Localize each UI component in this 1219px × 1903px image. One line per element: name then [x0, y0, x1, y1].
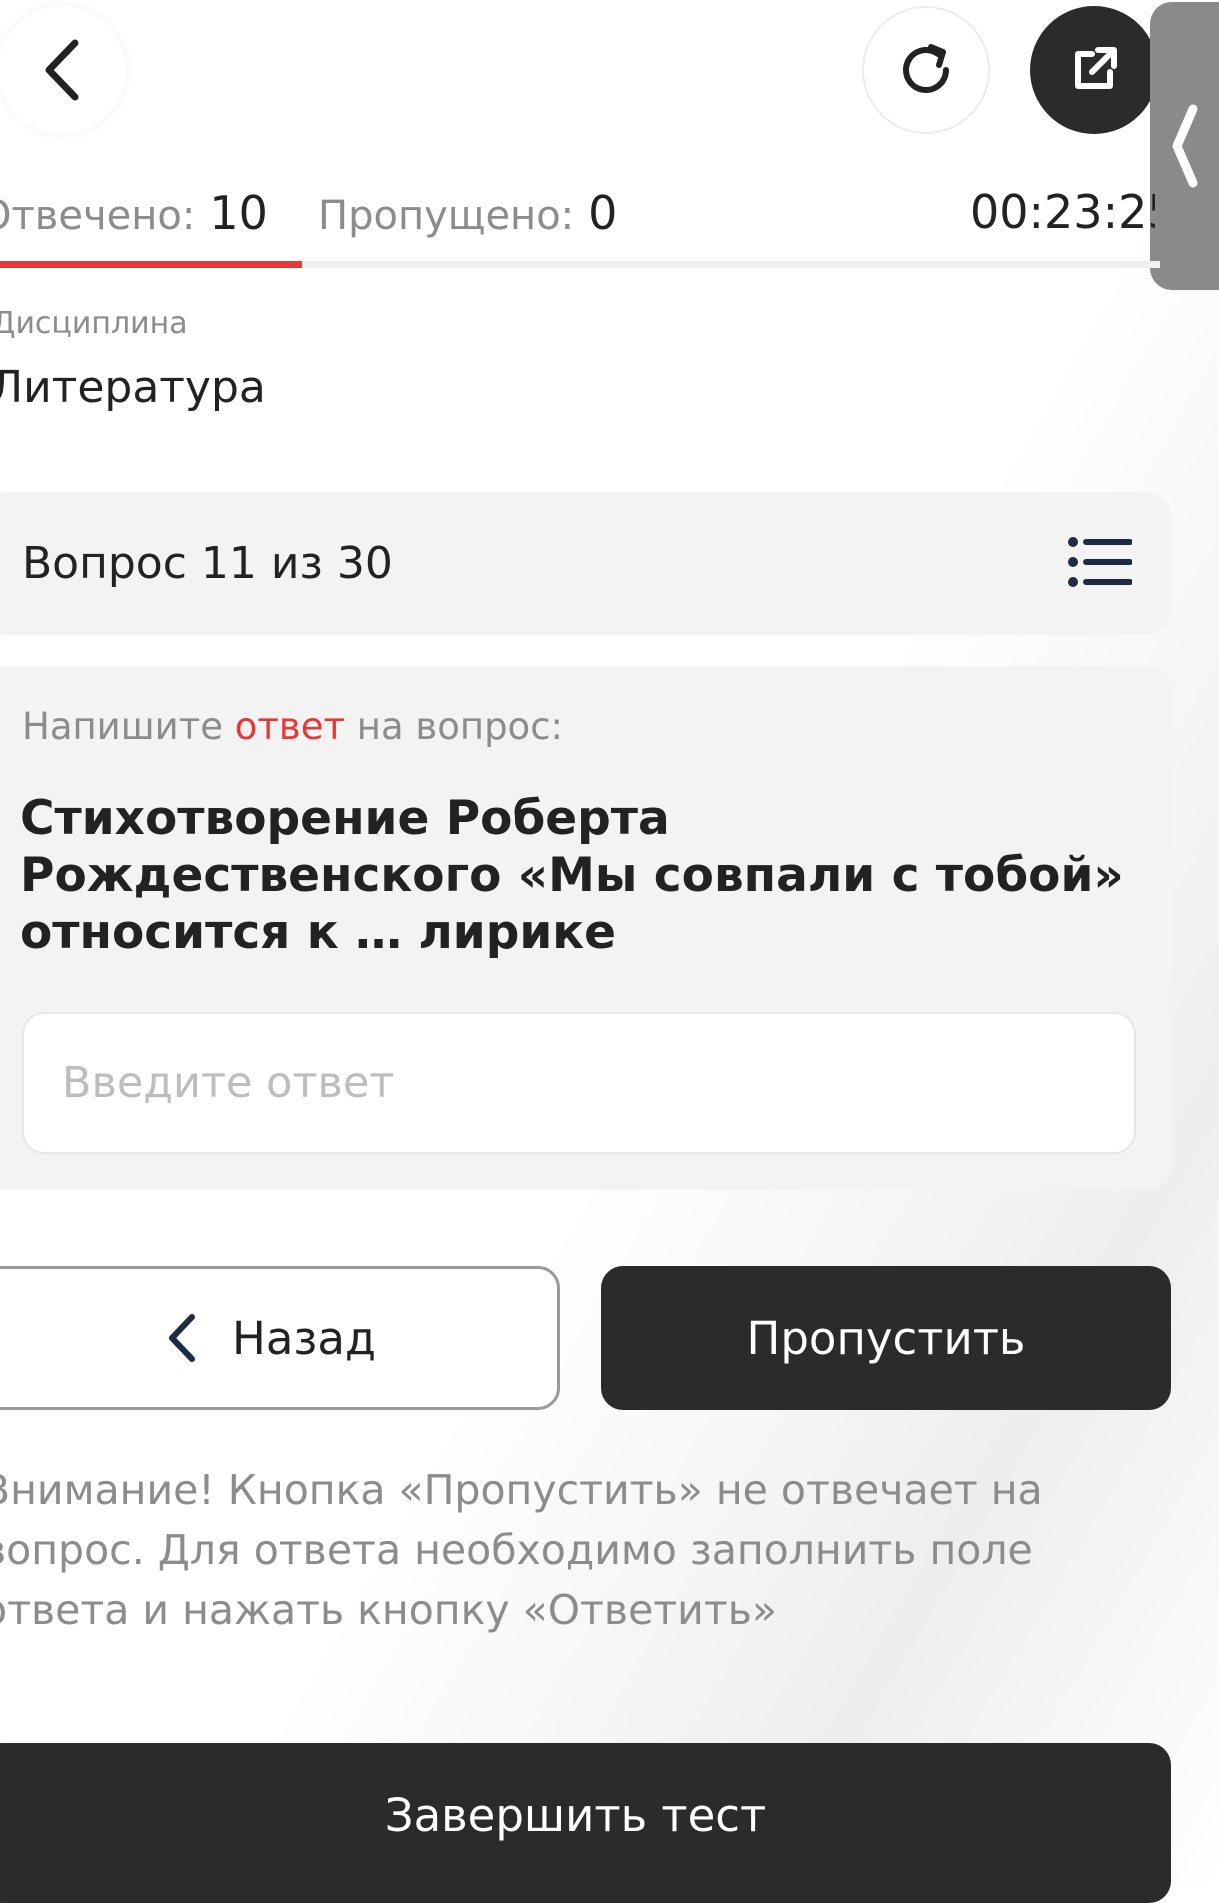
chevron-left-icon	[168, 1314, 195, 1362]
discipline-value: Литература	[0, 362, 266, 413]
finish-test-label: Завершить тест	[384, 1789, 767, 1842]
refresh-button[interactable]	[862, 6, 990, 134]
back-nav-button[interactable]	[0, 6, 126, 134]
prompt-accent: ответ	[234, 705, 346, 748]
question-prompt: Напишите ответ на вопрос:	[22, 702, 563, 752]
question-text: Стихотворение Роберта Рождественского «М…	[20, 791, 1124, 960]
open-external-button[interactable]	[1030, 6, 1158, 134]
timer: 00:23:25	[970, 185, 1155, 239]
external-link-icon	[1075, 47, 1117, 89]
prompt-text-after: на вопрос:	[345, 705, 563, 748]
chevron-left-icon	[45, 39, 79, 101]
skip-button-label: Пропустить	[746, 1311, 1026, 1365]
question-card: Напишите ответ на вопрос: Стихотворение …	[0, 666, 1172, 1190]
skipped-counter: Пропущено: 0	[318, 185, 617, 244]
warning-text: Внимание! Кнопка «Пропустить» не отвечае…	[0, 1466, 1043, 1634]
back-button[interactable]: Назад	[0, 1266, 560, 1410]
progress-bar	[0, 261, 1160, 268]
prompt-text-before: Напишите	[22, 705, 235, 748]
answered-value: 10	[209, 186, 268, 240]
finish-test-button[interactable]: Завершить тест	[0, 1743, 1171, 1903]
progress-fill	[0, 261, 303, 268]
answered-counter: Отвечено: 10	[0, 185, 268, 244]
chevron-left-icon	[1172, 104, 1198, 188]
discipline-label: Дисциплина	[0, 306, 188, 341]
side-panel-toggle[interactable]	[1150, 2, 1219, 290]
question-number: Вопрос 11 из 30	[22, 538, 393, 589]
refresh-icon	[903, 44, 949, 93]
answer-input[interactable]	[22, 1012, 1136, 1154]
skipped-label: Пропущено:	[318, 193, 575, 239]
answered-label: Отвечено:	[0, 193, 196, 239]
list-icon[interactable]	[1068, 534, 1132, 590]
back-button-label: Назад	[231, 1311, 377, 1365]
question-header: Вопрос 11 из 30	[0, 492, 1172, 635]
skipped-value: 0	[588, 186, 618, 240]
skip-button[interactable]: Пропустить	[601, 1266, 1171, 1410]
